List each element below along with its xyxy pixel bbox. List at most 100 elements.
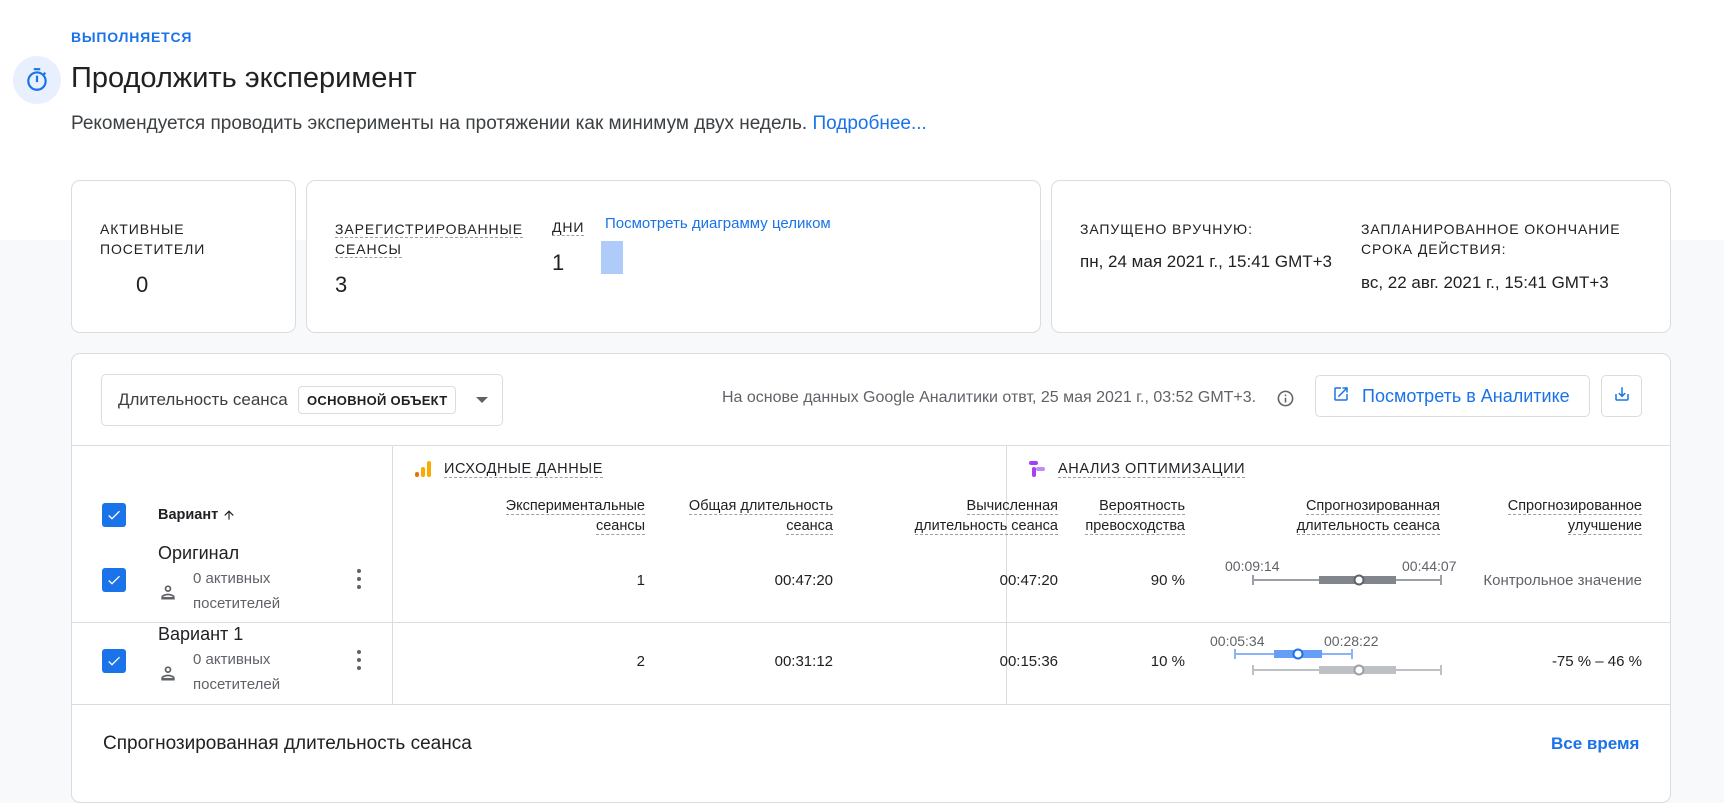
row-original-calculated: 00:47:20 <box>999 572 1058 589</box>
source-data-header: ИСХОДНЫЕ ДАННЫЕ <box>444 461 603 478</box>
col-predicted-improvement-line1: Спрогнозированное <box>1507 498 1642 515</box>
open-external-icon <box>1332 385 1350 408</box>
row-original-checkbox[interactable] <box>102 568 126 592</box>
registered-sessions-label-line2: СЕАНСЫ <box>335 241 402 258</box>
col-probability-line2: превосходства <box>1085 518 1185 535</box>
end-label-line2: СРОКА ДЕЙСТВИЯ: <box>1361 241 1507 257</box>
end-value: вс, 22 авг. 2021 г., 15:41 GMT+3 <box>1361 273 1609 292</box>
optimize-icon <box>1028 460 1046 483</box>
info-icon[interactable] <box>1276 389 1295 413</box>
registered-sessions-label-line1: ЗАРЕГИСТРИРОВАННЫЕ <box>335 221 523 238</box>
data-source-note: На основе данных Google Аналитики отвт, … <box>722 389 1257 406</box>
page-title: Продолжить эксперимент <box>71 62 417 94</box>
row-variant1-probability: 10 % <box>1150 653 1185 670</box>
started-label: ЗАПУЩЕНО ВРУЧНУЮ: <box>1080 221 1253 237</box>
row-variant1-checkbox[interactable] <box>102 649 126 673</box>
days-label-text: ДНИ <box>552 219 585 236</box>
days-label: ДНИ <box>552 217 585 237</box>
active-visitors-card: АКТИВНЫЕ ПОСЕТИТЕЛИ 0 <box>71 180 296 333</box>
col-predicted-duration[interactable]: Спрогнозированная длительность сеанса <box>1296 496 1440 536</box>
active-visitors-label: АКТИВНЫЕ ПОСЕТИТЕЛИ <box>100 219 205 259</box>
row-original-name: Оригинал <box>158 543 240 563</box>
check-icon <box>108 656 120 666</box>
experiment-status: ВЫПОЛНЯЕТСЯ <box>71 29 193 45</box>
col-experiment-sessions-line1: Экспериментальные <box>505 498 645 515</box>
person-icon <box>158 582 178 607</box>
view-in-analytics-label: Посмотреть в Аналитике <box>1362 385 1570 406</box>
sort-arrow-up-icon <box>224 510 234 520</box>
row-variant1-total: 00:31:12 <box>774 653 833 670</box>
variant-column-label: Вариант <box>158 507 219 523</box>
col-experiment-sessions[interactable]: Экспериментальные сеансы <box>505 496 645 536</box>
table-row-divider <box>72 622 1670 623</box>
primary-objective-chip: ОСНОВНОЙ ОБЪЕКТ <box>298 386 457 414</box>
col-probability[interactable]: Вероятность превосходства <box>1085 496 1185 536</box>
col-probability-line1: Вероятность <box>1099 498 1185 515</box>
row-variant1-visitors: 0 активных посетителей <box>193 647 280 697</box>
days-mini-bar <box>601 241 623 274</box>
row-original-more-icon[interactable] <box>357 569 361 593</box>
row-variant1-improvement: -75 % – 46 % <box>1551 653 1642 670</box>
col-total-duration[interactable]: Общая длительность сеанса <box>688 496 833 536</box>
source-data-header-text: ИСХОДНЫЕ ДАННЫЕ <box>444 461 603 478</box>
table-divider-source <box>392 445 393 704</box>
predicted-duration-section-title: Спрогнозированная длительность сеанса <box>103 733 472 754</box>
end-label-line1: ЗАПЛАНИРОВАННОЕ ОКОНЧАНИЕ <box>1361 221 1621 237</box>
timer-icon <box>13 56 61 104</box>
analytics-icon <box>414 460 432 483</box>
row-original-sessions: 1 <box>636 572 645 589</box>
row-original-probability: 90 % <box>1150 572 1185 589</box>
person-icon <box>158 663 178 688</box>
view-full-chart-link[interactable]: Посмотреть диаграмму целиком <box>605 215 831 232</box>
download-button[interactable] <box>1601 375 1642 417</box>
active-visitors-label-line1: АКТИВНЫЕ <box>100 221 185 237</box>
view-in-analytics-button[interactable]: Посмотреть в Аналитике <box>1315 375 1590 417</box>
active-visitors-label-line2: ПОСЕТИТЕЛИ <box>100 241 206 257</box>
col-calculated-duration-line1: Вычисленная <box>966 498 1058 515</box>
row-variant1-calculated: 00:15:36 <box>999 653 1058 670</box>
col-predicted-duration-line1: Спрогнозированная <box>1305 498 1440 515</box>
optimization-header-text: АНАЛИЗ ОПТИМИЗАЦИИ <box>1058 461 1246 478</box>
row-original-visitors-line2: посетителей <box>193 595 281 612</box>
variant-column-header[interactable]: Вариант <box>158 507 236 523</box>
metric-dropdown[interactable]: Длительность сеанса ОСНОВНОЙ ОБЪЕКТ <box>101 374 503 426</box>
row-original-total: 00:47:20 <box>774 572 833 589</box>
table-bottom-border <box>72 704 1670 705</box>
row-variant1-more-icon[interactable] <box>357 650 361 674</box>
download-icon <box>1613 385 1631 408</box>
started-value: пн, 24 мая 2021 г., 15:41 GMT+3 <box>1080 252 1332 271</box>
row-variant1-visitors-line2: посетителей <box>193 676 281 693</box>
col-total-duration-line1: Общая длительность <box>688 498 833 515</box>
check-icon <box>108 510 120 520</box>
row-variant1-sessions: 2 <box>636 653 645 670</box>
row-original-visitors: 0 активных посетителей <box>193 566 280 616</box>
row-variant1-visitors-line1: 0 активных <box>193 651 271 668</box>
metric-dropdown-label: Длительность сеанса <box>118 390 288 409</box>
learn-more-link[interactable]: Подробнее... <box>812 113 926 134</box>
select-all-checkbox[interactable] <box>102 503 126 527</box>
col-predicted-duration-line2: длительность сеанса <box>1296 518 1440 535</box>
row-original-improvement: Контрольное значение <box>1483 572 1642 589</box>
subtitle-text: Рекомендуется проводить эксперименты на … <box>71 113 808 134</box>
active-visitors-value: 0 <box>136 272 149 297</box>
row-variant1-name: Вариант 1 <box>158 624 244 644</box>
all-time-link[interactable]: Все время <box>1551 734 1639 754</box>
table-top-border <box>72 445 1670 446</box>
registered-sessions-value: 3 <box>335 272 348 297</box>
col-predicted-improvement[interactable]: Спрогнозированное улучшение <box>1507 496 1642 536</box>
check-icon <box>108 575 120 585</box>
col-total-duration-line2: сеанса <box>786 518 833 535</box>
sessions-card: ЗАРЕГИСТРИРОВАННЫЕ СЕАНСЫ 3 ДНИ 1 Посмот… <box>306 180 1041 333</box>
col-predicted-improvement-line2: улучшение <box>1567 518 1642 535</box>
page-subtitle: Рекомендуется проводить эксперименты на … <box>71 113 927 135</box>
schedule-card: ЗАПУЩЕНО ВРУЧНУЮ: пн, 24 мая 2021 г., 15… <box>1051 180 1671 333</box>
col-experiment-sessions-line2: сеансы <box>595 518 645 535</box>
chevron-down-icon <box>476 397 488 403</box>
col-calculated-duration[interactable]: Вычисленная длительность сеанса <box>914 496 1058 536</box>
results-card: Длительность сеанса ОСНОВНОЙ ОБЪЕКТ На о… <box>71 353 1671 803</box>
row-variant1-range-chart <box>1234 648 1442 676</box>
registered-sessions-label: ЗАРЕГИСТРИРОВАННЫЕ СЕАНСЫ <box>335 219 523 259</box>
optimization-header: АНАЛИЗ ОПТИМИЗАЦИИ <box>1058 461 1246 478</box>
days-value: 1 <box>552 250 565 275</box>
col-calculated-duration-line2: длительность сеанса <box>914 518 1058 535</box>
